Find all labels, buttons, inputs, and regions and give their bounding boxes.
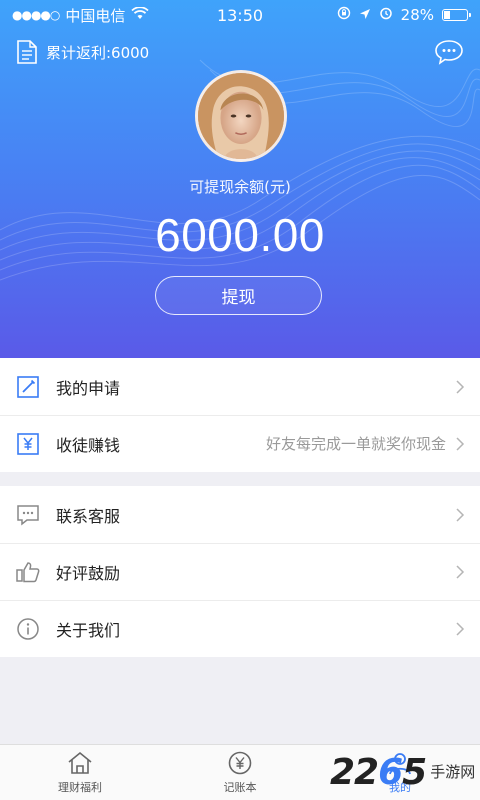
battery-percent: 28%: [400, 6, 434, 24]
tab-label: 记账本: [223, 781, 257, 794]
watermark-logo: 2265: [330, 751, 427, 793]
battery-icon: [442, 9, 471, 21]
rotation-lock-icon: [337, 6, 351, 24]
menu-group-primary: 我的申请 收徒赚钱 好友每完成一单就奖你现金: [0, 358, 480, 472]
menu-item-label: 好评鼓励: [56, 563, 121, 583]
info-icon: [14, 615, 42, 643]
menu-item-my-applications[interactable]: 我的申请: [0, 358, 480, 415]
tab-label: 理财福利: [58, 781, 102, 794]
menu-item-desc: 好友每完成一单就奖你现金: [265, 435, 446, 453]
location-icon: [359, 6, 371, 24]
home-icon: [68, 751, 92, 774]
watermark-text: 手游网: [430, 762, 476, 781]
chevron-right-icon: [456, 379, 465, 394]
message-icon[interactable]: [434, 39, 464, 65]
balance-label: 可提现余额(元): [189, 178, 291, 196]
menu-item-label: 关于我们: [56, 620, 121, 640]
tab-account-book[interactable]: 记账本: [160, 745, 320, 800]
yen-circle-icon: [228, 751, 252, 775]
status-bar: ●●●●○ 中国电信 13:50 28%: [0, 0, 480, 30]
balance-amount: 6000.00: [155, 209, 325, 261]
yen-icon: [14, 430, 42, 458]
menu-group-secondary: 联系客服 好评鼓励 关于我们: [0, 486, 480, 657]
chevron-right-icon: [456, 507, 465, 522]
menu-item-label: 联系客服: [56, 506, 121, 526]
tab-finance-benefits[interactable]: 理财福利: [0, 745, 160, 800]
menu-item-customer-service[interactable]: 联系客服: [0, 486, 480, 543]
watermark: 2265 手游网: [330, 744, 480, 800]
alarm-icon: [379, 6, 393, 24]
chat-bubble-icon: [14, 501, 42, 529]
menu-item-label: 收徒赚钱: [56, 435, 121, 455]
menu-item-about-us[interactable]: 关于我们: [0, 600, 480, 657]
menu-item-recruit-earn[interactable]: 收徒赚钱 好友每完成一单就奖你现金: [0, 415, 480, 472]
carrier-label: 中国电信: [65, 6, 126, 25]
avatar[interactable]: [195, 70, 287, 162]
chevron-right-icon: [456, 564, 465, 579]
edit-icon: [14, 373, 42, 401]
signal-icon: ●●●●○: [12, 8, 60, 22]
withdraw-button[interactable]: 提现: [155, 276, 322, 315]
rebate-summary[interactable]: 累计返利:6000: [16, 39, 149, 65]
wifi-icon: [131, 6, 150, 24]
menu-item-label: 我的申请: [56, 378, 121, 398]
menu-item-rate-us[interactable]: 好评鼓励: [0, 543, 480, 600]
chevron-right-icon: [456, 436, 465, 451]
cumulative-rebate-text: 累计返利:6000: [46, 43, 150, 62]
thumbs-up-icon: [14, 558, 42, 586]
top-bar: 累计返利:6000: [0, 36, 480, 68]
profile-header: ●●●●○ 中国电信 13:50 28% 累计返利:6000 可提现余额(元) …: [0, 0, 480, 358]
chevron-right-icon: [456, 621, 465, 636]
document-icon: [16, 39, 38, 65]
